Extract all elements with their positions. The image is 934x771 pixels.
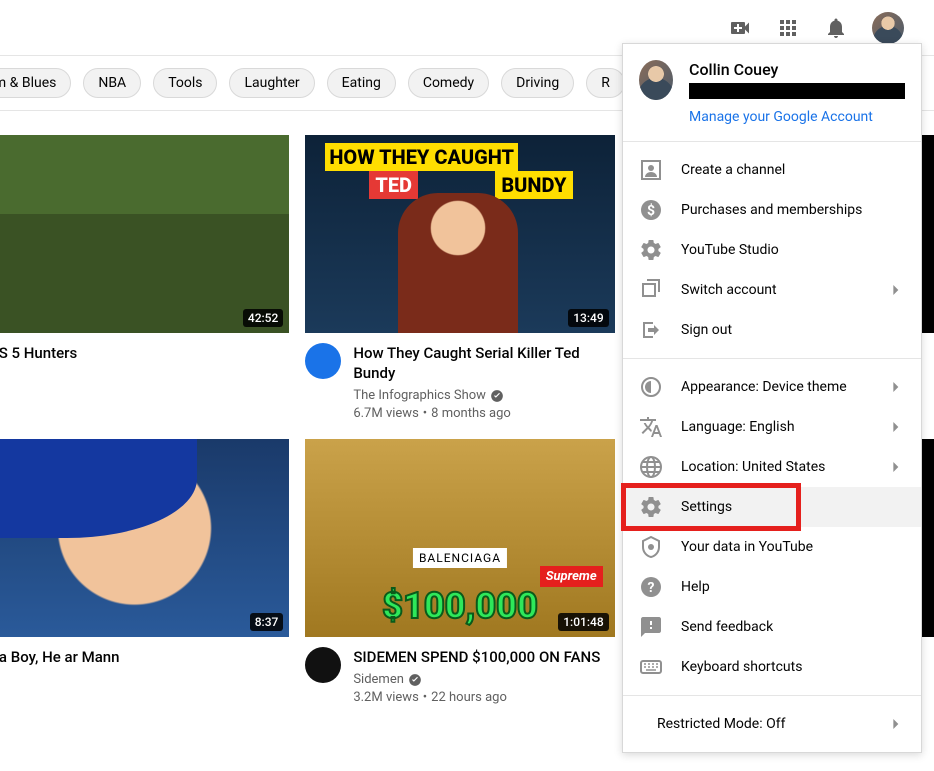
account-box-icon xyxy=(639,158,663,182)
video-age: 8 months ago xyxy=(431,405,511,423)
thumbnail[interactable]: BALENCIAGA Supreme $100,000 1:01:48 xyxy=(305,439,614,637)
menu-restricted-mode[interactable]: Restricted Mode: Off xyxy=(623,704,921,744)
gear-icon xyxy=(639,495,663,519)
video-card[interactable]: 8:37 izza Boy, He ar Mann xyxy=(0,439,289,707)
thumbnail[interactable]: HOW THEY CAUGHT TED BUNDY 13:49 xyxy=(305,135,614,333)
chip[interactable]: Tools xyxy=(153,68,217,98)
video-title[interactable]: r VS 5 Hunters xyxy=(0,343,289,363)
gear-icon xyxy=(639,238,663,262)
signout-icon xyxy=(639,318,663,342)
menu-section: Appearance: Device theme Language: Engli… xyxy=(623,359,921,696)
feedback-icon xyxy=(639,615,663,639)
menu-create-channel[interactable]: Create a channel xyxy=(623,150,921,190)
menu-studio[interactable]: YouTube Studio xyxy=(623,230,921,270)
chevron-right-icon xyxy=(885,714,905,734)
chip[interactable]: ythm & Blues xyxy=(0,68,71,98)
help-icon xyxy=(639,575,663,599)
menu-keyboard-shortcuts[interactable]: Keyboard shortcuts xyxy=(623,647,921,687)
menu-section: Create a channel Purchases and membershi… xyxy=(623,142,921,359)
video-views: 3.2M views xyxy=(353,689,418,707)
account-email-redacted xyxy=(689,83,905,99)
menu-section: Restricted Mode: Off xyxy=(623,696,921,752)
video-card[interactable]: BALENCIAGA Supreme $100,000 1:01:48 SIDE… xyxy=(305,439,614,707)
video-views: 6.7M views xyxy=(353,405,418,423)
thumbnail[interactable]: 42:52 xyxy=(0,135,289,333)
chip[interactable]: R xyxy=(586,68,625,98)
menu-settings[interactable]: Settings xyxy=(623,487,921,527)
duration-badge: 8:37 xyxy=(250,613,284,631)
menu-switch-account[interactable]: Switch account xyxy=(623,270,921,310)
menu-help[interactable]: Help xyxy=(623,567,921,607)
menu-sign-out[interactable]: Sign out xyxy=(623,310,921,350)
manage-account-link[interactable]: Manage your Google Account xyxy=(689,109,905,125)
menu-location[interactable]: Location: United States xyxy=(623,447,921,487)
chip[interactable]: Driving xyxy=(501,68,574,98)
video-title[interactable]: SIDEMEN SPEND $100,000 ON FANS xyxy=(353,647,614,667)
keyboard-icon xyxy=(639,655,663,679)
switch-account-icon xyxy=(639,278,663,302)
chevron-right-icon xyxy=(885,417,905,437)
account-name: Collin Couey xyxy=(689,60,905,79)
account-avatar xyxy=(639,60,673,100)
chip[interactable]: NBA xyxy=(83,68,141,98)
create-icon[interactable] xyxy=(728,16,752,40)
menu-language[interactable]: Language: English xyxy=(623,407,921,447)
shield-icon xyxy=(639,535,663,559)
video-card[interactable]: HOW THEY CAUGHT TED BUNDY 13:49 How They… xyxy=(305,135,614,423)
chip[interactable]: Comedy xyxy=(408,68,489,98)
menu-purchases[interactable]: Purchases and memberships xyxy=(623,190,921,230)
appearance-icon xyxy=(639,375,663,399)
video-title[interactable]: How They Caught Serial Killer Ted Bundy xyxy=(353,343,614,383)
chip[interactable]: Eating xyxy=(327,68,396,98)
channel-name[interactable]: Sidemen xyxy=(353,671,404,689)
menu-your-data[interactable]: Your data in YouTube xyxy=(623,527,921,567)
apps-icon[interactable] xyxy=(776,16,800,40)
verified-icon xyxy=(408,673,422,687)
menu-feedback[interactable]: Send feedback xyxy=(623,607,921,647)
duration-badge: 42:52 xyxy=(243,309,283,327)
notifications-icon[interactable] xyxy=(824,16,848,40)
chevron-right-icon xyxy=(885,280,905,300)
duration-badge: 1:01:48 xyxy=(558,613,608,631)
menu-appearance[interactable]: Appearance: Device theme xyxy=(623,367,921,407)
dollar-icon xyxy=(639,198,663,222)
thumbnail[interactable]: 8:37 xyxy=(0,439,289,637)
language-icon xyxy=(639,415,663,439)
video-age: 22 hours ago xyxy=(431,689,507,707)
video-title[interactable]: izza Boy, He ar Mann xyxy=(0,647,289,667)
video-card[interactable]: 42:52 r VS 5 Hunters xyxy=(0,135,289,423)
channel-avatar[interactable] xyxy=(305,647,341,683)
duration-badge: 13:49 xyxy=(568,309,608,327)
chip[interactable]: Laughter xyxy=(229,68,314,98)
verified-icon xyxy=(490,389,504,403)
avatar[interactable] xyxy=(872,12,904,44)
chevron-right-icon xyxy=(885,457,905,477)
account-header: Collin Couey Manage your Google Account xyxy=(623,44,921,142)
account-menu: Collin Couey Manage your Google Account … xyxy=(622,43,922,753)
channel-name[interactable]: The Infographics Show xyxy=(353,387,486,405)
chevron-right-icon xyxy=(885,377,905,397)
globe-icon xyxy=(639,455,663,479)
channel-avatar[interactable] xyxy=(305,343,341,379)
